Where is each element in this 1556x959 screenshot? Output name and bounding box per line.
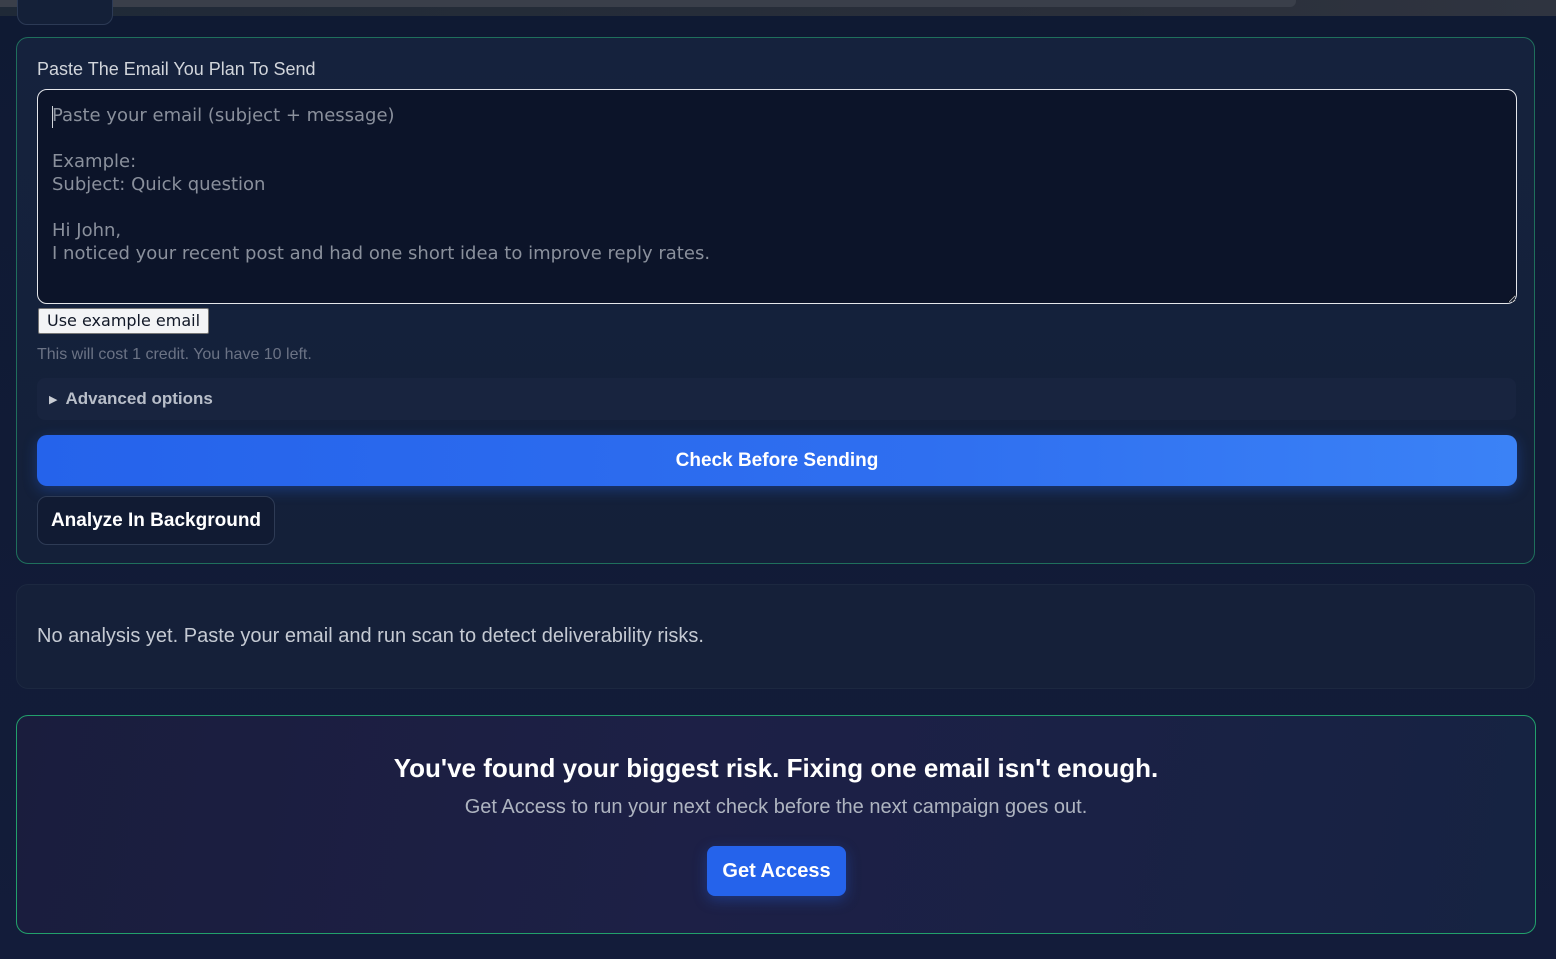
previous-card-edge	[17, 0, 113, 25]
browser-top-strip	[0, 0, 1556, 16]
disclosure-triangle-icon: ▶	[49, 393, 58, 406]
email-input-card: Paste The Email You Plan To Send Use exa…	[16, 37, 1535, 564]
analysis-result-card: No analysis yet. Paste your email and ru…	[16, 584, 1535, 689]
advanced-options-toggle[interactable]: ▶ Advanced options	[37, 378, 1516, 420]
use-example-email-button[interactable]: Use example email	[38, 308, 210, 334]
email-field-label: Paste The Email You Plan To Send	[37, 59, 316, 79]
get-access-button[interactable]: Get Access	[707, 846, 846, 896]
top-strip-bar	[0, 0, 1296, 7]
cta-title: You've found your biggest risk. Fixing o…	[393, 753, 1159, 783]
text-caret	[52, 106, 53, 128]
cta-subtitle: Get Access to run your next check before…	[464, 796, 1088, 818]
empty-analysis-message: No analysis yet. Paste your email and ru…	[37, 625, 704, 647]
upgrade-cta-card: You've found your biggest risk. Fixing o…	[16, 715, 1536, 934]
credit-note: This will cost 1 credit. You have 10 lef…	[37, 346, 312, 363]
email-textarea[interactable]	[37, 89, 1517, 304]
check-before-sending-button[interactable]: Check Before Sending	[37, 435, 1517, 486]
advanced-options-label: Advanced options	[65, 389, 213, 408]
analyze-in-background-button[interactable]: Analyze In Background	[37, 496, 275, 545]
